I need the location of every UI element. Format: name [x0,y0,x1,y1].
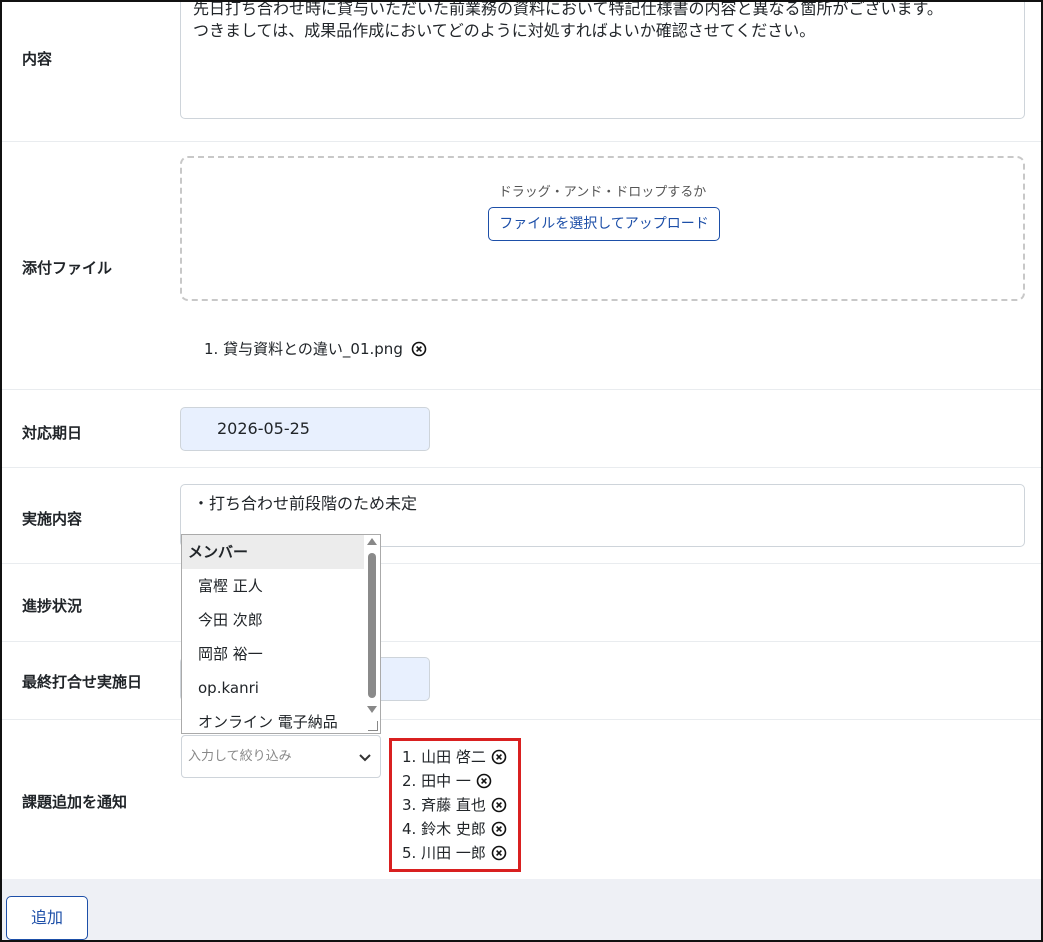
selected-member-name: 5. 川田 一郎 [402,844,486,862]
listbox-option[interactable]: 富樫 正人 [182,569,364,603]
selected-member: 3. 斉藤 直也 [402,793,518,817]
listbox-option[interactable]: オンライン 電子納品 [182,705,364,733]
file-dropzone[interactable]: ドラッグ・アンド・ドロップするか ファイルを選択してアップロード [180,156,1025,301]
remove-member-icon[interactable] [476,773,492,789]
listbox-group-members: メンバー [182,535,364,569]
selected-member: 1. 山田 啓二 [402,745,518,769]
selected-members-list: 1. 山田 啓二 2. 田中 一 3. 斉藤 直也 4. 鈴木 史郎 5. 川田… [389,738,521,872]
content-textarea[interactable]: 先日打ち合わせ時に貸与いただいた前業務の資料において特記仕様書の内容と異なる箇所… [180,0,1025,119]
row-last-meeting: 最終打合せ実施日 [2,642,1041,720]
due-date-input[interactable]: 2026-05-25 [180,407,430,451]
action-label: 実施内容 [22,510,83,528]
listbox-option[interactable]: 岡部 裕一 [182,637,364,671]
selected-member-name: 3. 斉藤 直也 [402,796,486,814]
scroll-down-arrow-icon[interactable] [367,706,377,713]
selected-member: 5. 川田 一郎 [402,841,518,865]
row-action: 実施内容 ・打ち合わせ前段階のため未定 [2,468,1041,564]
add-button[interactable]: 追加 [6,896,88,940]
listbox-option[interactable]: 今田 次郎 [182,603,364,637]
content-label: 内容 [22,50,53,68]
row-content: 内容 先日打ち合わせ時に貸与いただいた前業務の資料において特記仕様書の内容と異な… [2,2,1041,142]
resize-grip-icon[interactable] [368,721,378,731]
filter-placeholder: 入力して絞り込み [188,749,292,764]
listbox-scrollbar[interactable] [364,535,380,733]
dropzone-text: ドラッグ・アンド・ドロップするか [498,185,707,200]
row-notify: 課題追加を通知 [2,720,1041,879]
remove-member-icon[interactable] [491,797,507,813]
chevron-down-icon[interactable] [358,750,372,764]
content-line-2: つきましては、成果品作成においてどのように対処すればよいか確認させてください。 [193,21,816,40]
selected-member-name: 4. 鈴木 史郎 [402,820,486,838]
member-listbox[interactable]: メンバー 富樫 正人 今田 次郎 岡部 裕一 op.kanri オンライン 電子… [181,534,381,734]
selected-member-name: 2. 田中 一 [402,772,471,790]
notify-label: 課題追加を通知 [22,793,128,811]
action-text: ・打ち合わせ前段階のため未定 [193,494,418,513]
remove-member-icon[interactable] [491,845,507,861]
attachment-label: 添付ファイル [22,259,113,277]
select-file-button[interactable]: ファイルを選択してアップロード [488,207,720,241]
member-filter-input[interactable]: 入力して絞り込み [181,735,381,778]
content-line-1: 先日打ち合わせ時に貸与いただいた前業務の資料において特記仕様書の内容と異なる箇所… [193,0,943,18]
remove-member-icon[interactable] [491,749,507,765]
remove-file-icon[interactable] [411,341,427,357]
listbox-option[interactable]: op.kanri [182,671,364,705]
selected-member: 2. 田中 一 [402,769,518,793]
row-due-date: 対応期日 2026-05-25 [2,390,1041,468]
attached-file-item: 1. 貸与資料との違い_01.png [204,338,427,359]
selected-member: 4. 鈴木 史郎 [402,817,518,841]
form-frame: 内容 先日打ち合わせ時に貸与いただいた前業務の資料において特記仕様書の内容と異な… [0,0,1043,942]
remove-member-icon[interactable] [491,821,507,837]
scroll-thumb[interactable] [368,553,376,698]
due-date-label: 対応期日 [22,424,83,442]
scroll-up-arrow-icon[interactable] [367,538,377,545]
form-footer: 追加 [2,879,1041,940]
attached-file-name: 1. 貸与資料との違い_01.png [204,340,403,358]
progress-label: 進捗状況 [22,597,83,615]
last-meeting-label: 最終打合せ実施日 [22,673,143,691]
selected-member-name: 1. 山田 啓二 [402,748,486,766]
row-progress: 進捗状況 [2,564,1041,642]
